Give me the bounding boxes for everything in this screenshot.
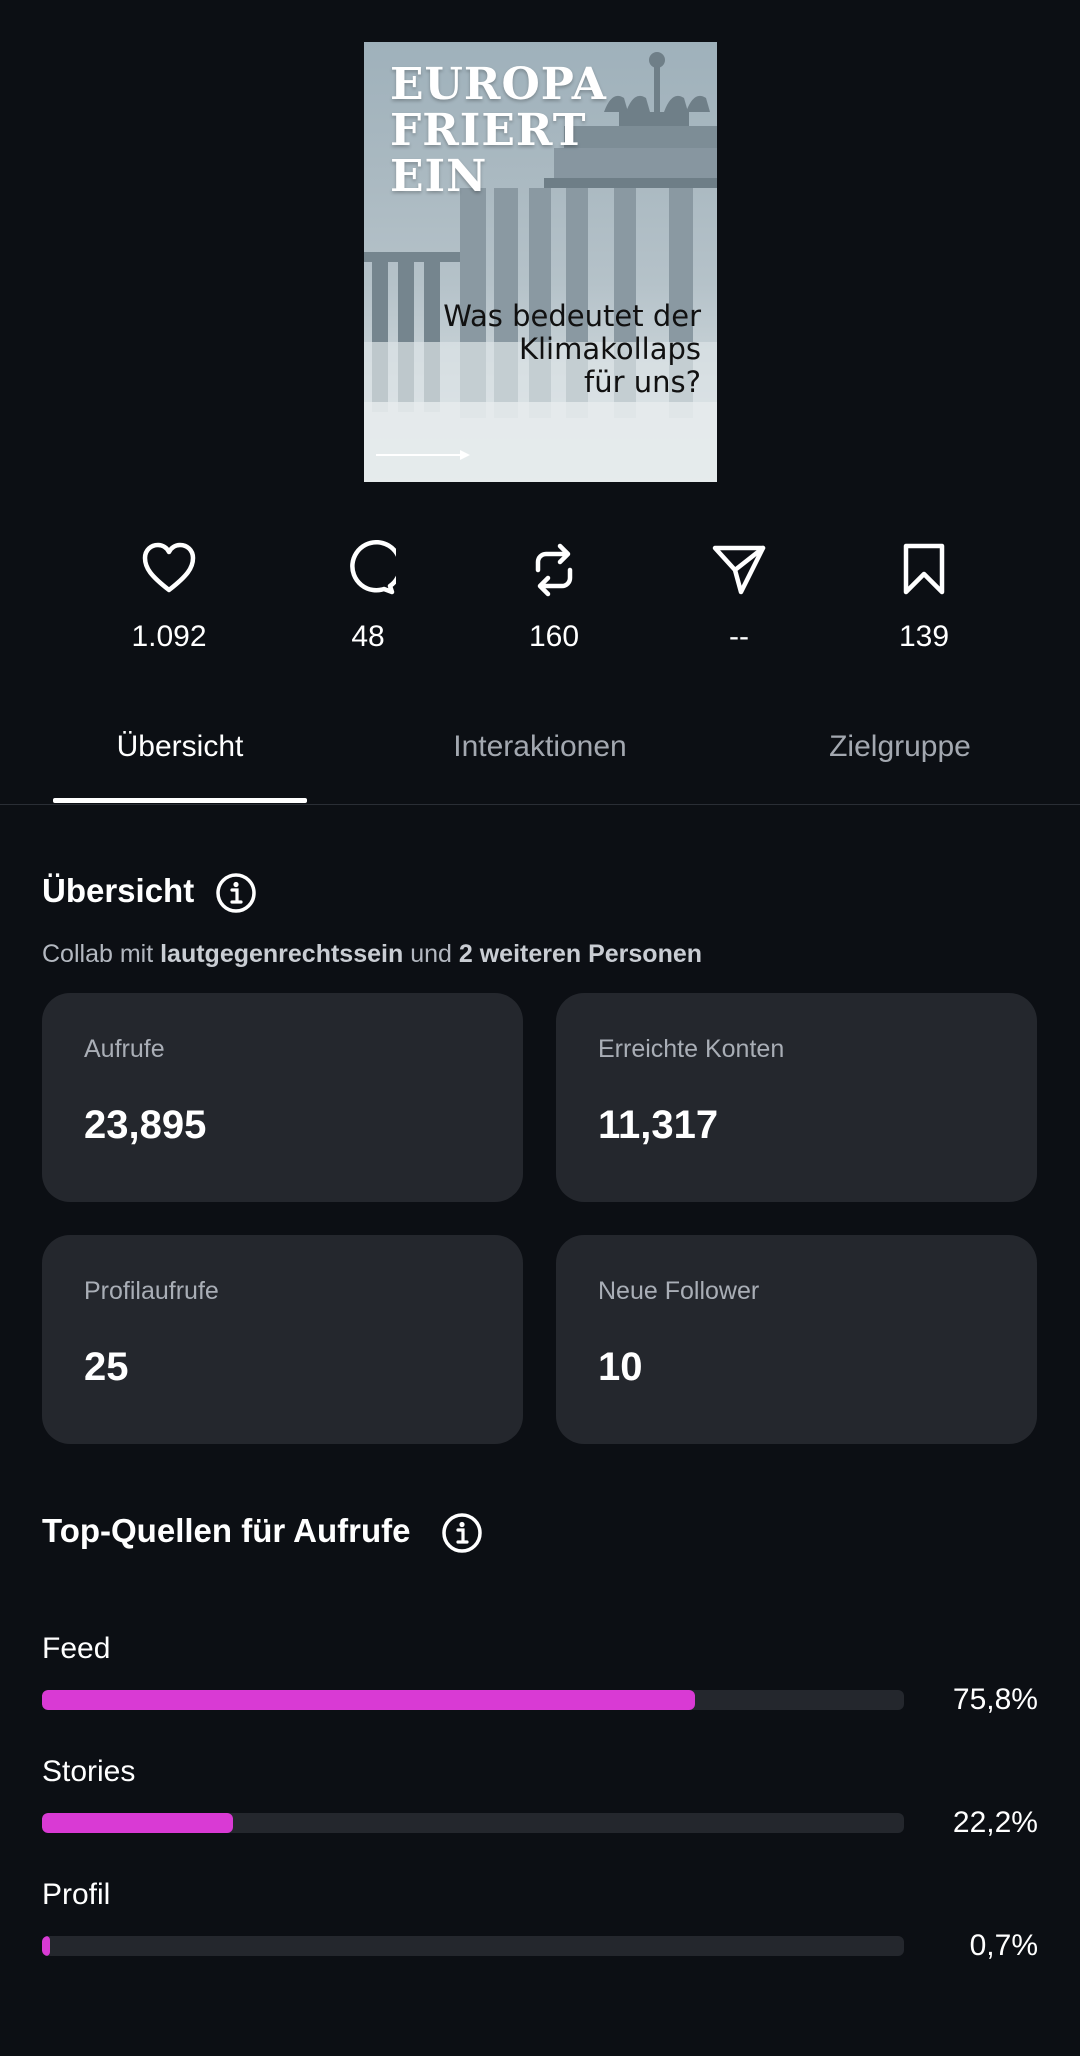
source-percent-profile: 0,7%: [969, 1929, 1038, 1962]
post-subtitle-text: Was bedeutet der Klimakollaps für uns?: [443, 299, 701, 399]
collab-prefix: Collab mit: [42, 940, 154, 968]
post-thumbnail[interactable]: EUROPA FRIERT EIN Was bedeutet der Klima…: [364, 42, 717, 482]
repost-icon: [535, 543, 573, 597]
source-label-stories: Stories: [42, 1755, 136, 1788]
shares-metric[interactable]: --: [659, 540, 819, 654]
share-icon: [712, 545, 766, 595]
reposts-count: 160: [528, 620, 580, 653]
tab-overview[interactable]: Übersicht: [53, 730, 307, 764]
source-bar-profile: [42, 1936, 904, 1956]
stat-card-new-followers[interactable]: Neue Follower 10: [556, 1235, 1037, 1444]
engagement-metrics: 1.092 48 160 -- 139: [0, 540, 1080, 670]
reposts-metric[interactable]: 160: [474, 540, 634, 654]
comments-metric[interactable]: 48: [288, 540, 448, 654]
source-bar-fill: [42, 1813, 234, 1833]
saves-count: 139: [898, 620, 950, 653]
stat-card-views[interactable]: Aufrufe 23,895: [42, 993, 523, 1202]
stat-card-accounts-reached[interactable]: Erreichte Konten 11,317: [556, 993, 1037, 1202]
stat-value: 23,895: [84, 1103, 207, 1147]
overview-heading: Übersicht: [42, 872, 195, 909]
stat-value: 25: [84, 1345, 129, 1389]
insights-tabs: Übersicht Interaktionen Zielgruppe: [0, 712, 1080, 805]
source-percent-feed: 75,8%: [952, 1683, 1038, 1716]
stat-card-profile-visits[interactable]: Profilaufrufe 25: [42, 1235, 523, 1444]
collab-user-link[interactable]: lautgegenrechtssein: [160, 940, 403, 968]
source-bar-fill: [42, 1690, 696, 1710]
comments-count: 48: [351, 620, 385, 653]
source-label-profile: Profil: [42, 1878, 111, 1911]
stat-label: Aufrufe: [84, 1035, 165, 1063]
stat-value: 10: [598, 1345, 643, 1389]
top-sources-heading: Top-Quellen für Aufrufe: [42, 1512, 411, 1549]
source-bar-feed: [42, 1690, 904, 1710]
collab-others-link[interactable]: 2 weiteren Personen: [459, 940, 702, 968]
saves-metric[interactable]: 139: [844, 540, 1004, 654]
post-title-text: EUROPA FRIERT EIN: [390, 59, 607, 202]
source-label-feed: Feed: [42, 1632, 111, 1665]
stat-label: Profilaufrufe: [84, 1277, 219, 1305]
collab-and: und: [410, 940, 452, 968]
stat-label: Erreichte Konten: [598, 1035, 785, 1063]
info-icon[interactable]: [215, 872, 257, 914]
tab-interactions[interactable]: Interaktionen: [420, 730, 660, 764]
collab-info: Collab mit lautgegenrechtssein und 2 wei…: [42, 940, 702, 969]
source-bar-stories: [42, 1813, 904, 1833]
active-tab-indicator: [53, 798, 307, 803]
bookmark-icon: [903, 543, 945, 595]
info-icon[interactable]: [441, 1512, 483, 1554]
likes-metric[interactable]: 1.092: [89, 540, 249, 654]
heart-icon: [142, 542, 196, 593]
source-percent-stories: 22,2%: [952, 1806, 1038, 1839]
tab-audience[interactable]: Zielgruppe: [790, 730, 1010, 764]
source-bar-fill: [42, 1936, 50, 1956]
likes-count: 1.092: [131, 620, 207, 653]
comment-icon: [350, 540, 396, 595]
shares-count: --: [729, 620, 749, 653]
stat-value: 11,317: [598, 1103, 719, 1147]
stat-label: Neue Follower: [598, 1277, 760, 1305]
